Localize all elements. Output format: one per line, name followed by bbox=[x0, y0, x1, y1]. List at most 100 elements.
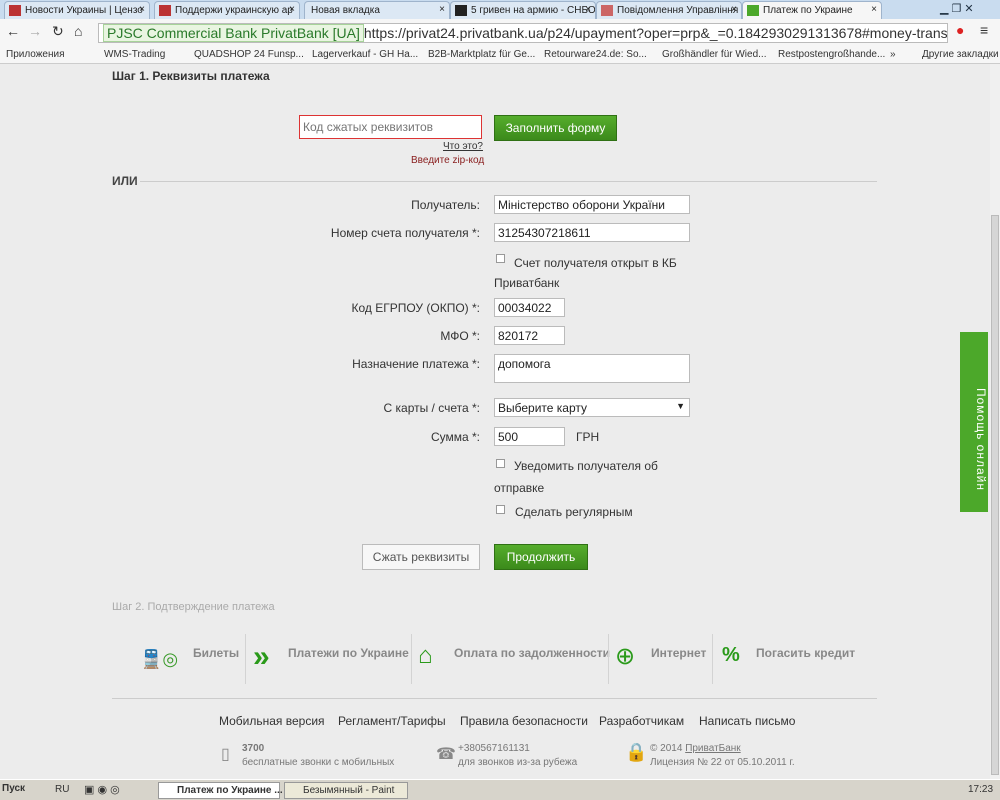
egrpou-input[interactable] bbox=[494, 298, 565, 317]
account-input[interactable] bbox=[494, 223, 690, 242]
footer-link-tariffs[interactable]: Регламент/Тарифы bbox=[338, 714, 446, 728]
scrollbar-thumb[interactable] bbox=[991, 215, 999, 775]
currency-label: ГРН bbox=[576, 430, 600, 444]
bookmarks-bar: Приложения WMS-Trading QUADSHOP 24 Funsp… bbox=[0, 46, 1000, 64]
or-divider-label: ИЛИ bbox=[112, 174, 138, 188]
separator bbox=[712, 634, 713, 684]
tab-strip: Новости Украины | Цензо × Поддержи украин… bbox=[0, 0, 1000, 19]
privatbank-link[interactable]: ПриватБанк bbox=[685, 743, 740, 754]
separator bbox=[411, 634, 412, 684]
tab-6-active[interactable]: Платеж по Украине × bbox=[742, 1, 882, 19]
mobile-phone-icon: ▯ bbox=[221, 746, 230, 763]
credit-percent-icon[interactable]: % bbox=[722, 644, 740, 667]
tab-3[interactable]: Новая вкладка × bbox=[304, 1, 450, 19]
compress-button[interactable]: Сжать реквизиты bbox=[362, 544, 480, 570]
opera-icon[interactable]: ● bbox=[956, 22, 964, 38]
footer-link-write[interactable]: Написать письмо bbox=[699, 714, 795, 728]
service-debt-payment[interactable]: Оплата по задолженности bbox=[454, 646, 610, 660]
regular-checkbox-label: Сделать регулярным bbox=[515, 505, 633, 519]
license: Лицензия № 22 от 05.10.2011 г. bbox=[650, 757, 795, 768]
service-internet[interactable]: Интернет bbox=[651, 646, 706, 660]
tab-4[interactable]: 5 гривен на армию - СНБО × bbox=[450, 1, 596, 19]
dropdown-arrow-icon: ▼ bbox=[676, 401, 685, 411]
forward-icon[interactable]: → bbox=[28, 23, 42, 39]
sum-label: Сумма *: bbox=[430, 430, 480, 444]
favicon bbox=[9, 5, 21, 16]
menu-icon[interactable]: ≡ bbox=[980, 22, 988, 38]
other-bookmarks[interactable]: Другие закладки bbox=[922, 49, 999, 60]
house-icon[interactable]: ⌂ bbox=[418, 642, 433, 670]
bookmarks-overflow[interactable]: » bbox=[890, 49, 896, 60]
language-indicator[interactable]: RU bbox=[55, 784, 69, 795]
close-icon[interactable]: × bbox=[289, 4, 295, 15]
regular-checkbox[interactable] bbox=[496, 505, 505, 514]
continue-button[interactable]: Продолжить bbox=[494, 544, 588, 570]
mfo-label: МФО *: bbox=[440, 329, 480, 343]
step1-title: Шаг 1. Реквизиты платежа bbox=[112, 69, 270, 83]
bookmark[interactable]: Retourware24.de: So... bbox=[544, 49, 647, 60]
phone-short: 3700 bbox=[242, 743, 265, 754]
reload-icon[interactable]: ↻ bbox=[52, 23, 64, 40]
bookmark[interactable]: Restpostengroßhande... bbox=[778, 49, 885, 60]
tab-2[interactable]: Поддержи украинскую ар × bbox=[154, 1, 300, 19]
recipient-input[interactable] bbox=[494, 195, 690, 214]
footer-link-developers[interactable]: Разработчикам bbox=[599, 714, 684, 728]
bookmark[interactable]: WMS-Trading bbox=[104, 49, 165, 60]
mfo-input[interactable] bbox=[494, 326, 565, 345]
start-button[interactable]: Пуск bbox=[2, 783, 25, 794]
footer-link-security[interactable]: Правила безопасности bbox=[460, 714, 588, 728]
close-icon[interactable]: × bbox=[871, 4, 877, 15]
phone-short-desc: бесплатные звонки с мобильных bbox=[242, 757, 395, 768]
privat-checkbox-label: Счет получателя открыт в КБ Приватбанк bbox=[494, 256, 677, 290]
task-paint[interactable]: Безымянный - Paint bbox=[284, 782, 408, 799]
close-icon[interactable]: × bbox=[731, 4, 737, 15]
address-bar[interactable]: PJSC Commercial Bank PrivatBank [UA] http… bbox=[98, 23, 948, 43]
service-tickets[interactable]: Билеты bbox=[193, 646, 239, 660]
fill-form-button[interactable]: Заполнить форму bbox=[494, 115, 617, 141]
bookmark[interactable]: Приложения bbox=[6, 49, 65, 60]
page-content: Шаг 1. Реквизиты платежа Заполнить форму… bbox=[0, 64, 990, 779]
recipient-label: Получатель: bbox=[411, 198, 480, 212]
help-online-widget[interactable]: Помощь онлайн bbox=[960, 332, 988, 512]
close-icon[interactable]: × bbox=[139, 4, 145, 15]
close-icon[interactable]: × bbox=[585, 4, 591, 15]
phone-intl: +380567161131 bbox=[458, 743, 530, 754]
close-icon[interactable]: × bbox=[439, 4, 445, 15]
purpose-textarea[interactable]: допомога bbox=[494, 354, 690, 383]
window-controls[interactable]: ▁ ❐ ✕ bbox=[940, 2, 974, 15]
quicklaunch-icons[interactable]: ▣ ◉ ◎ bbox=[84, 783, 120, 796]
lock-icon: 🔒 bbox=[625, 742, 648, 762]
compressed-code-input[interactable] bbox=[299, 115, 482, 139]
double-chevron-icon[interactable]: » bbox=[253, 640, 270, 674]
favicon bbox=[455, 5, 467, 16]
zip-code-link[interactable]: Введите zip-код bbox=[411, 155, 484, 166]
account-label: Номер счета получателя *: bbox=[330, 226, 480, 240]
footer-link-mobile[interactable]: Мобильная версия bbox=[219, 714, 325, 728]
task-chrome[interactable]: Платеж по Украине ... bbox=[158, 782, 283, 799]
tickets-icon[interactable]: 🚆◎ bbox=[140, 649, 178, 670]
home-icon[interactable]: ⌂ bbox=[74, 23, 82, 39]
purpose-label: Назначение платежа *: bbox=[352, 357, 480, 371]
favicon bbox=[601, 5, 613, 16]
tab-5[interactable]: Повідомлення Управління × bbox=[596, 1, 742, 19]
favicon bbox=[747, 5, 759, 16]
service-repay-credit[interactable]: Погасить кредит bbox=[756, 646, 855, 660]
clock: 17:23 bbox=[968, 784, 994, 795]
globe-icon[interactable]: ⊕ bbox=[615, 642, 635, 671]
bookmark[interactable]: QUADSHOP 24 Funsp... bbox=[194, 49, 304, 60]
bookmark[interactable]: Großhändler für Wied... bbox=[662, 49, 766, 60]
egrpou-label: Код ЕГРПОУ (ОКПО) *: bbox=[351, 301, 480, 315]
footer-divider bbox=[112, 698, 877, 699]
separator bbox=[245, 634, 246, 684]
sum-input[interactable] bbox=[494, 427, 565, 446]
card-label: С карты / счета *: bbox=[383, 401, 481, 415]
back-icon[interactable]: ← bbox=[6, 23, 20, 39]
what-is-link[interactable]: Что это? bbox=[443, 141, 483, 152]
bookmark[interactable]: Lagerverkauf - GH Ha... bbox=[312, 49, 418, 60]
favicon bbox=[159, 5, 171, 16]
bookmark[interactable]: B2B-Marktplatz für Ge... bbox=[428, 49, 535, 60]
tab-1[interactable]: Новости Украины | Цензо × bbox=[4, 1, 150, 19]
card-select[interactable]: Выберите карту ▼ bbox=[494, 398, 690, 417]
taskbar: Пуск RU ▣ ◉ ◎ Платеж по Украине ... Безы… bbox=[0, 779, 1000, 800]
service-payments-ukraine[interactable]: Платежи по Украине bbox=[288, 646, 409, 660]
